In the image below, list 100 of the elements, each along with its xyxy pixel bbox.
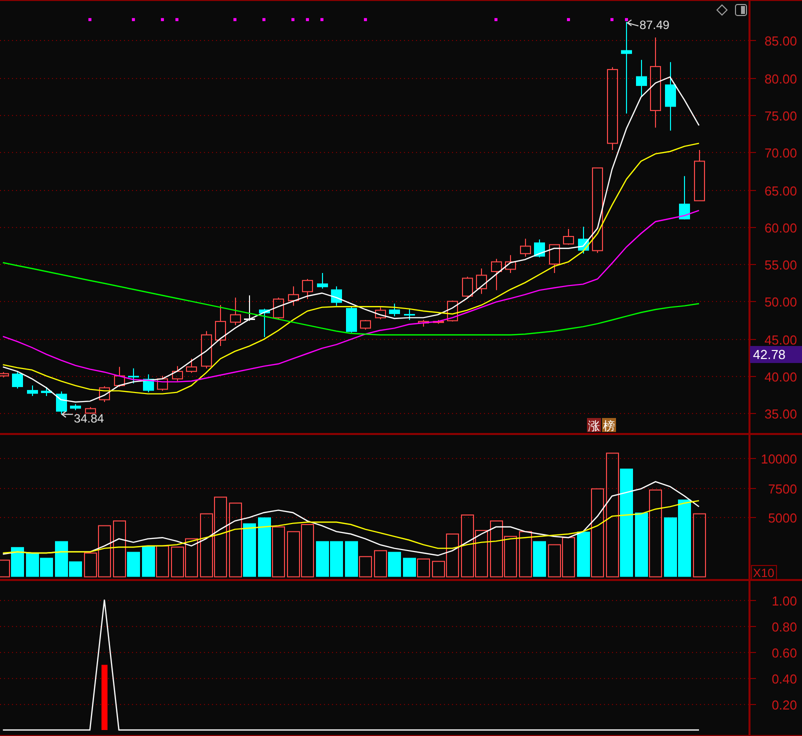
volume-bar <box>258 517 271 577</box>
volume-bar <box>504 536 517 578</box>
volume-bar <box>533 541 546 577</box>
candlestick <box>244 294 255 322</box>
candlestick <box>27 385 38 396</box>
candlestick <box>389 303 400 317</box>
volume-bar <box>635 512 648 577</box>
candlestick <box>70 404 81 411</box>
volume-bar <box>475 530 488 578</box>
volume-bar <box>301 524 314 578</box>
candlestick <box>230 297 241 326</box>
axis-label: 70.00 <box>764 146 797 160</box>
volume-bar <box>185 538 198 578</box>
candlestick <box>273 297 284 320</box>
candlestick <box>505 254 516 274</box>
axis-label: 75.00 <box>764 108 797 124</box>
candlestick <box>375 306 386 320</box>
axis-label: 7500 <box>768 482 797 496</box>
axis-label: 0.20 <box>772 698 797 712</box>
candlestick <box>41 386 52 396</box>
volume-bar <box>490 520 503 578</box>
candlestick <box>288 286 299 306</box>
candlestick <box>215 304 226 347</box>
current-price-label: 42.78 <box>750 346 802 363</box>
axis-label: 45.00 <box>764 332 797 348</box>
candlestick <box>476 268 487 294</box>
leader-line <box>61 410 74 418</box>
axis-label: 0.60 <box>772 646 797 660</box>
price-label: 34.84 <box>74 411 104 426</box>
volume-bar <box>664 517 677 577</box>
diamond-icon[interactable] <box>716 4 728 16</box>
candlestick <box>302 278 313 300</box>
candlestick <box>462 276 473 299</box>
volume-bar <box>374 550 387 578</box>
axis-label: 10000 <box>760 452 797 466</box>
axis-label: 35.00 <box>764 406 797 422</box>
volume-bar <box>316 541 329 577</box>
candlestick <box>317 272 328 290</box>
candlestick <box>418 319 429 328</box>
volume-bar <box>287 531 300 578</box>
candlestick <box>128 368 139 384</box>
candlestick <box>259 308 270 338</box>
axis-label: 50.00 <box>764 294 797 310</box>
candlestick <box>404 309 415 320</box>
volume-bar <box>417 558 430 578</box>
candlestick <box>56 391 67 415</box>
tag-label: 涨 <box>588 419 600 433</box>
candlestick <box>491 258 502 291</box>
candlestick <box>665 62 676 132</box>
axis-label: 80.00 <box>764 72 797 86</box>
volume-bar <box>461 514 474 578</box>
candlestick <box>694 150 705 202</box>
candlestick <box>172 366 183 382</box>
candlestick <box>143 374 154 393</box>
volume-bar <box>693 513 706 578</box>
candlestick <box>157 375 168 392</box>
volume-bar <box>388 552 401 577</box>
candlestick <box>679 176 690 220</box>
axis-label: 85.00 <box>764 34 797 48</box>
candlestick <box>549 244 560 274</box>
candlestick <box>520 238 531 258</box>
volume-bar <box>142 546 155 577</box>
candlestick <box>360 319 371 330</box>
axis-label: 40.00 <box>764 370 797 384</box>
volume-bar <box>330 541 343 577</box>
volume-bar <box>562 537 575 578</box>
axis-label: 60.00 <box>764 220 797 236</box>
volume-bar <box>243 523 256 577</box>
candlestick <box>433 319 444 324</box>
tag-label: 榜 <box>603 419 615 433</box>
candlestick <box>0 372 9 378</box>
candlestick <box>201 330 212 369</box>
candlestick <box>563 228 574 246</box>
candlestick <box>331 286 342 306</box>
volume-bar <box>272 526 285 578</box>
candlestick <box>346 306 357 334</box>
axis-label: 65.00 <box>764 184 797 198</box>
panel-toggle-icon[interactable] <box>735 4 747 16</box>
axis-label: 55.00 <box>764 258 797 272</box>
axis-label: 5000 <box>768 510 797 526</box>
volume-bar <box>519 531 532 578</box>
volume-bar <box>26 553 39 577</box>
volume-bar <box>200 513 213 578</box>
candlestick <box>186 358 197 374</box>
axis-label: 0.40 <box>772 672 797 686</box>
price-label: 87.49 <box>639 18 670 32</box>
volume-bar <box>156 545 169 578</box>
unit-label: X10 <box>753 566 774 580</box>
axis-label: 0.80 <box>772 620 797 634</box>
candlestick <box>99 386 110 402</box>
volume-bar <box>548 544 561 578</box>
leader-line <box>626 19 639 26</box>
indicator-bar <box>102 664 108 730</box>
axis-label: 1.00 <box>772 594 797 608</box>
candlestick <box>85 406 96 414</box>
candlestick <box>114 366 125 388</box>
candlestick <box>447 300 458 322</box>
candlestick <box>12 372 23 390</box>
candlestick <box>578 226 589 254</box>
volume-bar <box>171 546 184 578</box>
